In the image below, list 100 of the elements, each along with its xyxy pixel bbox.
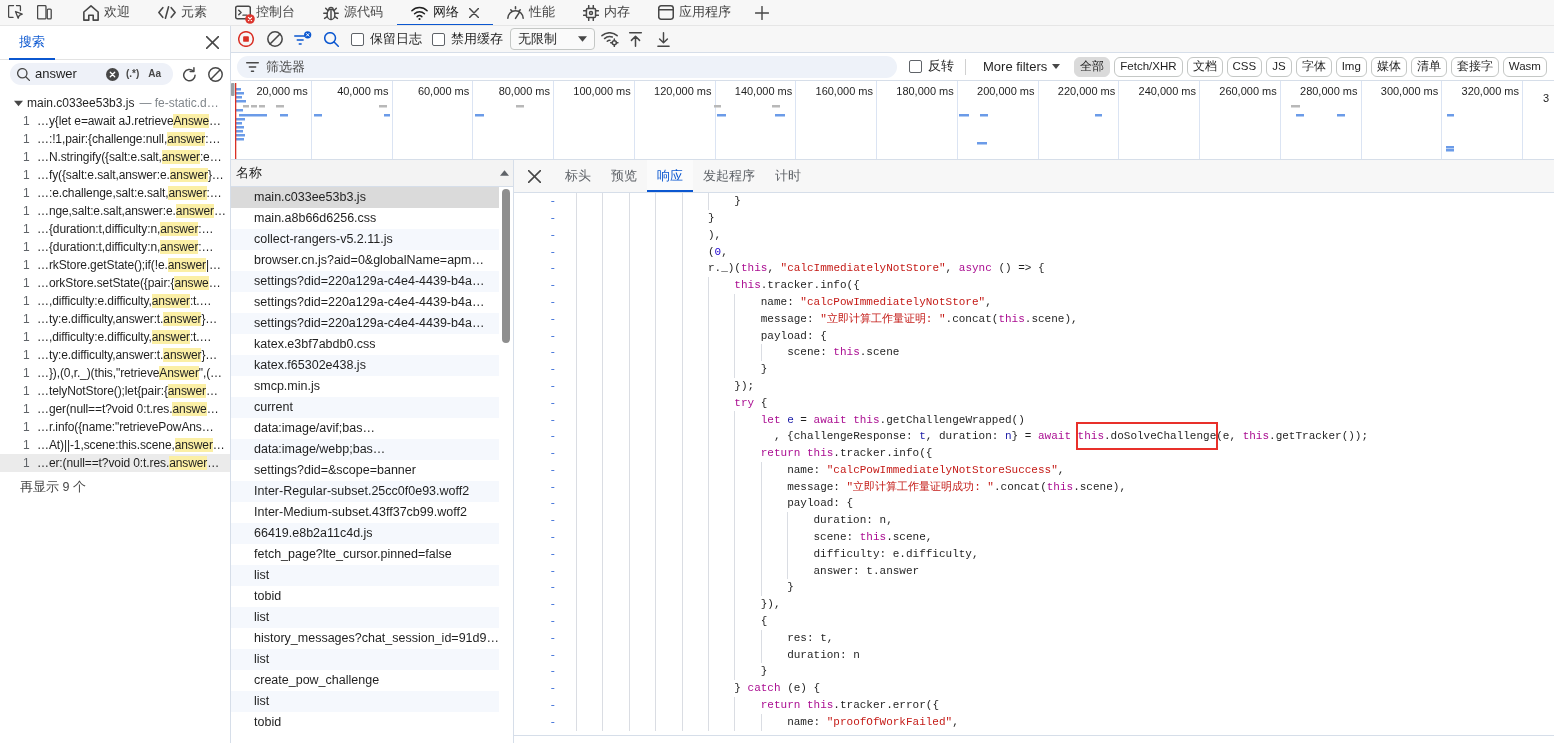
panel-tab[interactable]: 内存 [569, 0, 644, 25]
panel-tab[interactable]: 应用程序 [644, 0, 745, 25]
triangle-icon[interactable] [14, 99, 23, 107]
panel-tab[interactable]: 欢迎 [69, 0, 144, 25]
panel-tab[interactable]: 性能 [493, 0, 569, 25]
request-row[interactable]: Inter-Regular-subset.25cc0f0e93.woff2 [231, 481, 499, 502]
filter-chip[interactable]: JS [1266, 56, 1292, 77]
terminal-icon [235, 5, 251, 20]
refresh-icon[interactable] [182, 66, 197, 82]
filter-chip[interactable]: 字体 [1295, 56, 1332, 77]
search-result[interactable]: 1 …}),(0,r._)(this,"retrieveAnswer",(… [0, 364, 230, 382]
scrollbar-thumb[interactable] [502, 189, 510, 343]
result-text: …:e.challenge,salt:e.salt,answer:… [37, 185, 222, 202]
search-result[interactable]: 1 …:!1,pair:{challenge:null,answer:… [0, 130, 230, 148]
request-row[interactable]: current [231, 397, 499, 418]
checkbox[interactable] [909, 60, 922, 73]
search-result[interactable]: 1 …y{let e=await aJ.retrieveAnswe… [0, 112, 230, 130]
range-handle[interactable] [231, 83, 235, 96]
search-result[interactable]: 1 …N.stringify({salt:e.salt,answer:e… [0, 148, 230, 166]
match-case-toggle[interactable]: Aa [146, 67, 164, 81]
detail-tab[interactable]: 响应 [647, 160, 693, 192]
search-result[interactable]: 1 …,difficulty:e.difficulty,answer:t.… [0, 292, 230, 310]
detail-tab[interactable]: 预览 [601, 160, 647, 192]
request-row[interactable]: list [231, 649, 499, 670]
request-row[interactable]: list [231, 565, 499, 586]
request-row[interactable]: settings?did=220a129a-c4e4-4439-b4a… [231, 313, 499, 334]
column-header[interactable]: 名称 [236, 163, 262, 183]
filter-chip[interactable]: Fetch/XHR [1114, 56, 1183, 77]
search-result[interactable]: 1 …rkStore.getState();if(!e.answer|… [0, 256, 230, 274]
upload-icon[interactable] [628, 31, 643, 47]
search-result[interactable]: 1 …ty:e.difficulty,answer:t.answer}… [0, 346, 230, 364]
request-row[interactable]: data:image/webp;bas… [231, 439, 499, 460]
panel-tab[interactable]: 网络 [397, 0, 493, 25]
filter-chip[interactable]: CSS [1226, 56, 1263, 77]
record-icon[interactable] [238, 31, 254, 47]
download-icon[interactable] [656, 31, 671, 47]
circle-slash-icon[interactable] [208, 66, 223, 82]
request-row[interactable]: katex.f65302e438.js [231, 355, 499, 376]
checkbox[interactable] [432, 32, 445, 46]
search-icon[interactable] [324, 31, 339, 47]
close-icon[interactable] [206, 36, 219, 49]
checkbox-label[interactable]: 保留日志 [370, 29, 422, 49]
wifi-gear-icon[interactable] [601, 31, 619, 47]
show-more-link[interactable]: 再显示 9 个 [20, 477, 86, 497]
search-result[interactable]: 1 …,difficulty:e.difficulty,answer:t.… [0, 328, 230, 346]
clear-icon[interactable] [106, 67, 119, 81]
more-filters-button[interactable]: More filters [977, 55, 1067, 78]
sort-arrow-icon[interactable] [500, 170, 509, 176]
checkbox-label[interactable]: 禁用缓存 [451, 29, 503, 49]
device-icon[interactable] [37, 5, 52, 20]
detail-tab[interactable]: 计时 [765, 160, 811, 192]
caret-icon [1052, 64, 1061, 69]
checkbox-label[interactable]: 反转 [928, 57, 954, 76]
search-result[interactable]: 1 …:e.challenge,salt:e.salt,answer:… [0, 184, 230, 202]
file-name[interactable]: main.c033ee53b3.js [27, 94, 135, 112]
search-result[interactable]: 1 …telyNotStore();let{pair:{answer… [0, 382, 230, 400]
search-result[interactable]: 1 …ger(null==t?void 0:t.res.answe… [0, 400, 230, 418]
request-row[interactable]: 66419.e8b2a11c4d.js [231, 523, 499, 544]
panel-tab[interactable]: 控制台 [221, 0, 309, 25]
line-number: 1 [23, 329, 31, 346]
regex-toggle[interactable]: (.*) [124, 67, 142, 81]
request-row[interactable]: list [231, 691, 499, 712]
search-result[interactable]: 1 …{duration:t,difficulty:n,answer:… [0, 238, 230, 256]
drawer-tab[interactable]: 搜索 [9, 26, 55, 60]
filter-chip[interactable]: Wasm [1502, 56, 1547, 77]
panel-tab[interactable]: 源代码 [309, 0, 397, 25]
request-bar [980, 114, 988, 117]
inspect-icon[interactable] [8, 5, 23, 20]
search-field[interactable]: answer (.*) Aa [10, 63, 173, 85]
search-result[interactable]: 1 …r.info({name:"retrievePowAns… [0, 418, 230, 436]
close-icon[interactable] [469, 7, 479, 18]
filter-chip[interactable]: 文档 [1186, 56, 1223, 77]
search-result[interactable]: 1 …At)||-1,scene:this.scene,answer… [0, 436, 230, 454]
tick-label: 320,000 ms [1461, 85, 1519, 98]
filter-chip[interactable]: 清单 [1410, 56, 1447, 77]
filter-field[interactable]: 筛选器 [237, 55, 897, 78]
filter-chip[interactable]: 媒体 [1370, 56, 1407, 77]
request-row[interactable]: main.c033ee53b3.js [231, 187, 499, 208]
filter-icon[interactable] [294, 31, 312, 47]
panel-tab[interactable]: 元素 [144, 0, 221, 25]
filter-chip[interactable]: 套接字 [1450, 56, 1499, 77]
search-result[interactable]: 1 …orkStore.setState({pair:{answe… [0, 274, 230, 292]
request-row[interactable]: list [231, 607, 499, 628]
plus-icon[interactable] [755, 5, 769, 20]
detail-tab[interactable]: 标头 [555, 160, 601, 192]
search-result[interactable]: 1 …nge,salt:e.salt,answer:e.answer… [0, 202, 230, 220]
checkbox[interactable] [351, 32, 364, 46]
filter-chip[interactable]: Img [1335, 56, 1367, 77]
close-icon[interactable] [528, 169, 541, 183]
request-row[interactable]: collect-rangers-v5.2.11.js [231, 229, 499, 250]
search-result[interactable]: 1 …fy({salt:e.salt,answer:e.answer}… [0, 166, 230, 184]
detail-tab[interactable]: 发起程序 [693, 160, 765, 192]
search-result[interactable]: 1 …ty:e.difficulty,answer:t.answer}… [0, 310, 230, 328]
circle-slash-icon[interactable] [267, 31, 283, 47]
request-row[interactable]: settings?did=220a129a-c4e4-4439-b4a… [231, 271, 499, 292]
filter-chip[interactable]: 全部 [1074, 56, 1111, 77]
search-result[interactable]: 1 …er:(null==t?void 0:t.res.answer… [0, 454, 230, 472]
throttling-select[interactable]: 无限制 [510, 28, 595, 50]
search-result[interactable]: 1 …{duration:t,difficulty:n,answer:… [0, 220, 230, 238]
request-bar [276, 105, 284, 108]
